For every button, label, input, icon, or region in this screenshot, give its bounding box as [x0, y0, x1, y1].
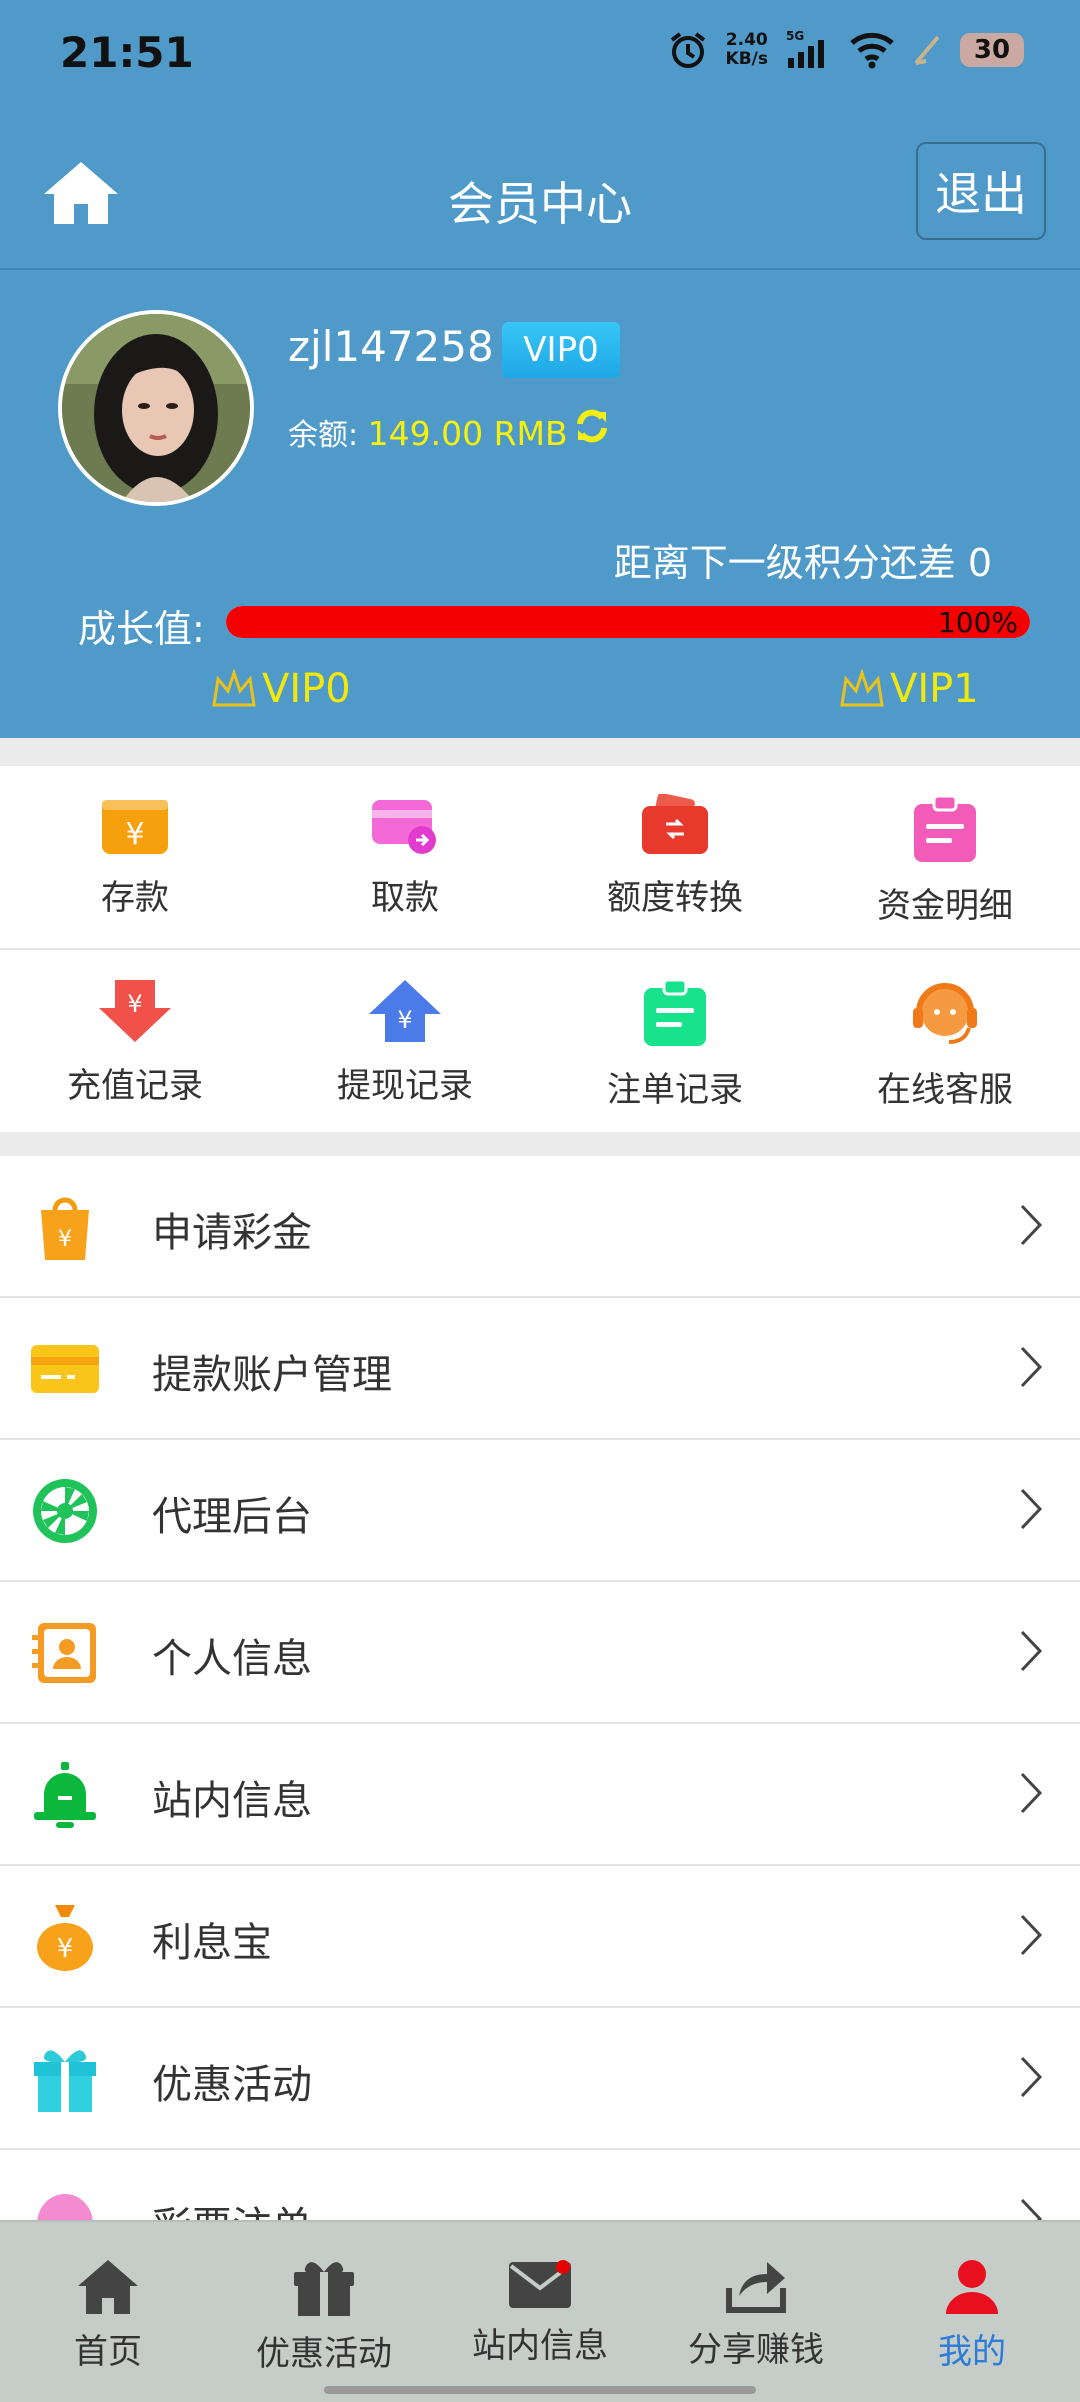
- refresh-balance-button[interactable]: [572, 406, 612, 450]
- bank-card-icon: [31, 1345, 99, 1393]
- svg-text:¥: ¥: [57, 1934, 74, 1964]
- svg-text:¥: ¥: [127, 990, 142, 1018]
- quick-actions-grid: ¥ 存款 取款 额度转换 资金明细 ¥ 充值记录 ¥ 提现记录 注单记录 在线客…: [0, 766, 1080, 1134]
- status-time: 21:51: [60, 28, 194, 77]
- signal-icon: 5G: [786, 30, 824, 68]
- balance-value: 149.00 RMB: [367, 414, 568, 453]
- bottom-tab-bar: 首页 优惠活动 站内信息 分享赚钱 我的: [0, 2220, 1080, 2402]
- menu-item-withdraw-account[interactable]: 提款账户管理: [0, 1298, 1080, 1440]
- bet-record-icon: [644, 978, 706, 1046]
- profile-card: zjl147258 VIP0 余额: 149.00 RMB 距离下一级积分还差 …: [0, 270, 1080, 738]
- home-icon: [78, 2260, 138, 2314]
- growth-progress-fill: [226, 606, 1030, 638]
- next-level: VIP1: [838, 666, 979, 712]
- deposit-button[interactable]: ¥ 存款: [0, 766, 270, 948]
- svg-text:¥: ¥: [125, 817, 144, 852]
- refresh-icon: [577, 409, 607, 443]
- next-level-text: 距离下一级积分还差 0: [613, 541, 992, 585]
- contact-book-icon: [32, 1623, 96, 1683]
- unread-dot: [556, 2260, 570, 2274]
- chevron-right-icon: [1020, 1630, 1043, 1672]
- growth-progress-bar: 100%: [226, 606, 1030, 638]
- logout-button[interactable]: 退出: [916, 142, 1046, 240]
- gift-icon: [34, 2050, 96, 2112]
- balance-label: 余额:: [288, 418, 359, 453]
- status-bar: 21:51 2.40 KB/s 5G 30: [0, 0, 1080, 120]
- growth-label: 成长值:: [78, 607, 205, 651]
- funds-detail-icon: [914, 794, 976, 862]
- user-icon: [946, 2260, 998, 2314]
- share-icon: [726, 2262, 786, 2313]
- wheel-icon: [33, 1479, 97, 1543]
- transfer-button[interactable]: 额度转换: [540, 766, 810, 948]
- chevron-right-icon: [1020, 1346, 1043, 1388]
- menu-item-interest-treasure[interactable]: ¥ 利息宝: [0, 1866, 1080, 2008]
- vip-badge: VIP0: [502, 322, 620, 378]
- customer-service-button[interactable]: 在线客服: [810, 950, 1080, 1132]
- svg-text:¥: ¥: [58, 1227, 72, 1252]
- no-sim-icon: [914, 35, 940, 65]
- deposit-icon: ¥: [102, 800, 168, 854]
- menu-item-site-messages[interactable]: 站内信息: [0, 1724, 1080, 1866]
- gesture-bar: [324, 2386, 756, 2394]
- status-icons: 2.40 KB/s 5G 30: [668, 30, 1024, 70]
- tab-promotions[interactable]: 优惠活动: [216, 2222, 432, 2402]
- shopping-bag-icon: ¥: [41, 1197, 89, 1260]
- avatar[interactable]: [58, 310, 254, 506]
- menu-item-apply-bonus[interactable]: ¥ 申请彩金: [0, 1156, 1080, 1298]
- transfer-icon: [642, 794, 708, 854]
- quick-actions-row: ¥ 存款 取款 额度转换 资金明细: [0, 766, 1080, 950]
- growth-percent: 100%: [937, 606, 1018, 638]
- current-level: VIP0: [210, 666, 351, 712]
- recharge-record-button[interactable]: ¥ 充值记录: [0, 950, 270, 1132]
- chevron-right-icon: [1020, 1488, 1043, 1530]
- menu-list: ¥ 申请彩金 提款账户管理 代理后台 个人信息 站内信息 ¥ 利息宝 优惠活动 …: [0, 1156, 1080, 2292]
- bell-icon: [34, 1762, 96, 1828]
- withdraw-record-icon: ¥: [369, 980, 441, 1042]
- username: zjl147258: [288, 322, 494, 371]
- tab-home[interactable]: 首页: [0, 2222, 216, 2402]
- crown-icon: [840, 668, 884, 707]
- crown-icon: [212, 668, 256, 707]
- withdraw-record-button[interactable]: ¥ 提现记录: [270, 950, 540, 1132]
- alarm-icon: [670, 32, 705, 68]
- battery-indicator: 30: [960, 33, 1024, 67]
- chevron-right-icon: [1020, 1204, 1043, 1246]
- balance-line: 余额: 149.00 RMB: [288, 410, 568, 454]
- section-divider: [0, 1132, 1080, 1156]
- menu-item-promotions[interactable]: 优惠活动: [0, 2008, 1080, 2150]
- section-divider: [0, 738, 1080, 766]
- customer-service-icon: [913, 983, 977, 1044]
- chevron-right-icon: [1020, 2056, 1043, 2098]
- wifi-icon: [850, 32, 894, 69]
- gift-icon: [294, 2262, 354, 2316]
- app-header: 会员中心 退出: [0, 120, 1080, 270]
- withdraw-button[interactable]: 取款: [270, 766, 540, 948]
- money-bag-icon: ¥: [37, 1905, 93, 1971]
- svg-text:¥: ¥: [397, 1006, 412, 1034]
- tab-share-earn[interactable]: 分享赚钱: [648, 2222, 864, 2402]
- tab-my-account[interactable]: 我的: [864, 2222, 1080, 2402]
- network-speed: 2.40 KB/s: [725, 30, 768, 69]
- tab-site-messages[interactable]: 站内信息: [432, 2222, 648, 2402]
- chevron-right-icon: [1020, 1914, 1043, 1956]
- chevron-right-icon: [1020, 1772, 1043, 1814]
- menu-item-agent-backend[interactable]: 代理后台: [0, 1440, 1080, 1582]
- menu-item-personal-info[interactable]: 个人信息: [0, 1582, 1080, 1724]
- svg-text:5G: 5G: [786, 30, 804, 43]
- recharge-record-icon: ¥: [99, 980, 171, 1042]
- withdraw-icon: [372, 800, 436, 854]
- bet-record-button[interactable]: 注单记录: [540, 950, 810, 1132]
- funds-detail-button[interactable]: 资金明细: [810, 766, 1080, 948]
- quick-actions-row: ¥ 充值记录 ¥ 提现记录 注单记录 在线客服: [0, 950, 1080, 1134]
